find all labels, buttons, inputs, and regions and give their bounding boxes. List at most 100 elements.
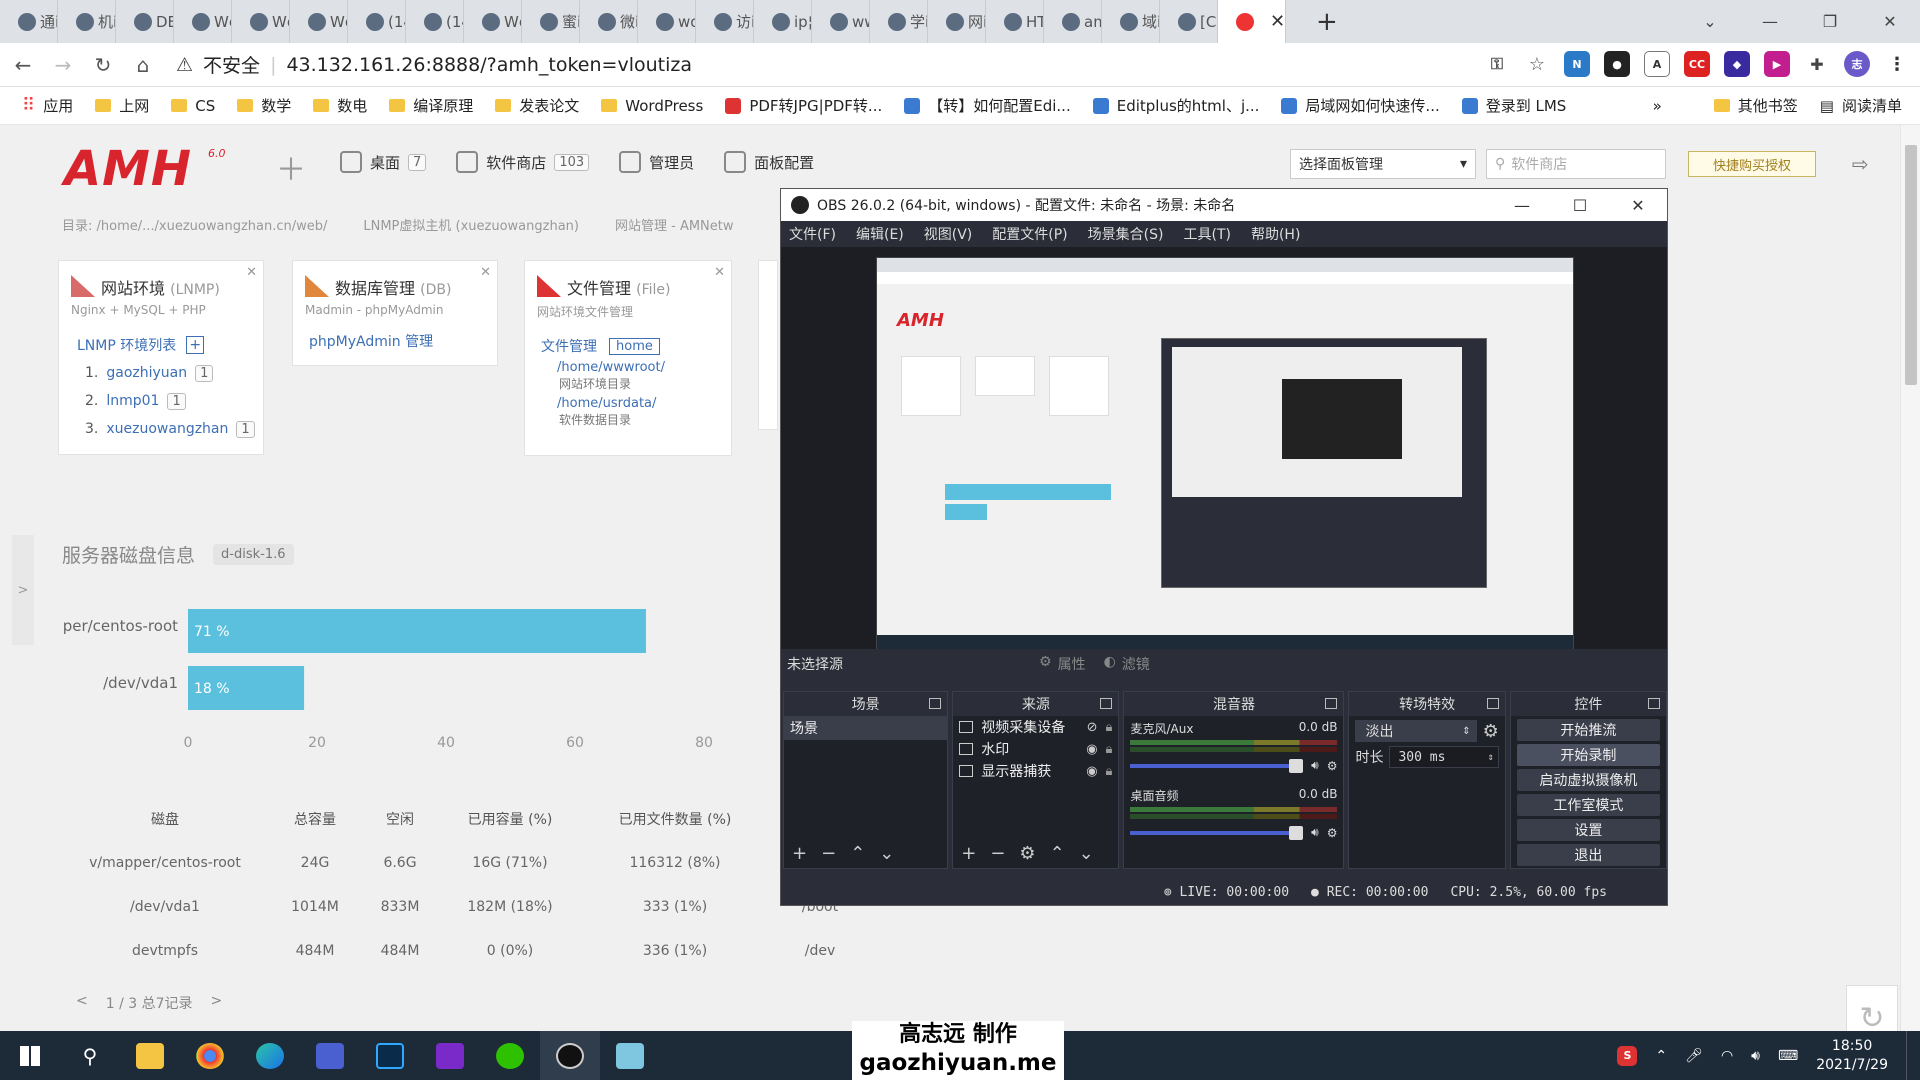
keyboard-icon[interactable]: ⌨ — [1778, 1048, 1798, 1064]
page-scrollbar[interactable] — [1900, 125, 1920, 1031]
lock-icon[interactable]: 🔒︎ — [1106, 720, 1113, 735]
translate-icon[interactable]: A — [1644, 51, 1670, 77]
popout-icon[interactable] — [1486, 698, 1499, 709]
move-down-button[interactable]: ⌄ — [1079, 843, 1094, 864]
minimize-button[interactable]: — — [1740, 12, 1800, 31]
env-name-link[interactable]: xuezuowangzhan — [106, 421, 228, 437]
close-window-button[interactable]: ✕ — [1860, 12, 1920, 31]
source-item[interactable]: 视频采集设备 ⊘ 🔒︎ — [953, 716, 1118, 738]
close-icon[interactable]: ✕ — [246, 265, 257, 280]
tab-close-icon[interactable]: ✕ — [1270, 11, 1285, 32]
remove-scene-button[interactable]: − — [821, 843, 836, 864]
browser-tab[interactable]: (14 — [406, 0, 464, 43]
env-name-link[interactable]: gaozhiyuan — [106, 365, 187, 381]
bookmark-item[interactable]: CS — [171, 95, 215, 116]
obs-menu-item[interactable]: 工具(T) — [1183, 224, 1230, 244]
visibility-eye-icon[interactable]: ◉ — [1086, 764, 1097, 779]
browser-tab[interactable]: Wc — [464, 0, 522, 43]
reload-button[interactable]: ↻ — [86, 53, 120, 77]
tab-search-icon[interactable]: ⌄ — [1680, 12, 1740, 31]
play-extension-icon[interactable]: ▶ — [1764, 51, 1790, 77]
app-note-icon[interactable] — [600, 1031, 660, 1080]
volume-slider[interactable] — [1130, 825, 1304, 840]
show-desktop-button[interactable] — [1906, 1031, 1910, 1080]
browser-tab[interactable]: Wc — [174, 0, 232, 43]
speaker-icon[interactable]: 🔊︎ — [1311, 758, 1319, 773]
control-button-4[interactable]: 设置 — [1516, 819, 1661, 841]
ghost-extension-icon[interactable]: ● — [1604, 51, 1630, 77]
obs-taskbar-icon[interactable] — [540, 1031, 600, 1080]
bookmark-item[interactable]: 局域网如何快速传... — [1281, 95, 1440, 116]
phpmyadmin-link[interactable]: phpMyAdmin 管理 — [309, 331, 497, 351]
bookmark-item[interactable]: 上网 — [95, 95, 149, 116]
puzzle-icon[interactable]: ✚ — [1804, 51, 1830, 77]
obs-menu-item[interactable]: 配置文件(P) — [992, 224, 1067, 244]
close-icon[interactable]: ✕ — [480, 265, 491, 280]
duration-input[interactable]: 300 ms ⇕ — [1389, 746, 1499, 768]
url-field[interactable]: ⚠ 不安全 | 43.132.161.26:8888/?amh_token=vl… — [176, 51, 692, 78]
control-button-2[interactable]: 启动虚拟摄像机 — [1516, 769, 1661, 791]
bookmark-item[interactable]: 【转】如何配置Edi... — [904, 95, 1071, 116]
reading-list[interactable]: ▤ 阅读清单 — [1820, 95, 1902, 116]
breadcrumb-item[interactable]: 网站管理 - AMNetw — [615, 215, 734, 234]
move-up-button[interactable]: ⌃ — [1050, 843, 1065, 864]
browser-tab[interactable]: 机i — [58, 0, 116, 43]
star-icon[interactable]: ☆ — [1524, 51, 1550, 77]
control-button-1[interactable]: 开始录制 — [1516, 744, 1661, 766]
popout-icon[interactable] — [929, 698, 942, 709]
bookmark-other[interactable]: 其他书签 — [1713, 95, 1798, 116]
lock-icon[interactable]: 🔒︎ — [1106, 742, 1113, 757]
popout-icon[interactable] — [1100, 698, 1113, 709]
lnmp-env-item[interactable]: 1. gaozhiyuan 1 — [85, 359, 263, 387]
logout-icon[interactable]: ⇨ — [1852, 152, 1869, 176]
browser-tab[interactable]: HT — [986, 0, 1044, 43]
browser-tab[interactable]: 微i — [580, 0, 638, 43]
obs-menu-item[interactable]: 编辑(E) — [856, 224, 904, 244]
obs-menu-item[interactable]: 文件(F) — [789, 224, 836, 244]
browser-tab[interactable]: (14 — [348, 0, 406, 43]
maximize-button[interactable]: ❐ — [1800, 12, 1860, 31]
photoshop-icon[interactable] — [360, 1031, 420, 1080]
obs-preview-canvas[interactable]: AMH — [876, 257, 1574, 650]
nav-item[interactable]: 软件商店 103 — [456, 151, 590, 173]
popout-icon[interactable] — [1325, 698, 1338, 709]
browser-tab[interactable]: ✕ — [1218, 0, 1286, 43]
nav-item[interactable]: 桌面 7 — [340, 151, 427, 173]
visibility-eye-icon[interactable]: ⊘ — [1087, 720, 1098, 735]
bookmarks-more-icon[interactable]: » — [1653, 97, 1662, 115]
tray-overflow-icon[interactable]: ⌃ — [1655, 1048, 1667, 1064]
mixer-settings-icon[interactable]: ⚙ — [1327, 826, 1338, 840]
key-icon[interactable]: ⚿ — [1484, 51, 1510, 77]
new-extension-icon[interactable]: N — [1564, 51, 1590, 77]
new-tab-button[interactable]: + — [1316, 7, 1338, 37]
bookmark-item[interactable]: 数学 — [237, 95, 291, 116]
control-button-5[interactable]: 退出 — [1516, 844, 1661, 866]
app-d-icon[interactable] — [300, 1031, 360, 1080]
url-text[interactable]: 43.132.161.26:8888/?amh_token=vloutiza — [286, 54, 692, 76]
env-name-link[interactable]: lnmp01 — [106, 393, 159, 409]
source-settings-icon[interactable]: ⚙ — [1019, 843, 1035, 864]
cc-extension-icon[interactable]: CC — [1684, 51, 1710, 77]
browser-tab[interactable]: wo — [638, 0, 696, 43]
obs-menu-item[interactable]: 场景集合(S) — [1088, 224, 1164, 244]
bookmark-item[interactable]: ⠿ 应用 — [22, 95, 73, 116]
store-search-input[interactable]: ⚲ 软件商店 — [1486, 149, 1666, 179]
popout-icon[interactable] — [1648, 698, 1661, 709]
back-button[interactable]: ← — [6, 53, 40, 77]
lnmp-env-item[interactable]: 3. xuezuowangzhan 1 — [85, 415, 263, 443]
file-manager-link[interactable]: 文件管理 — [541, 336, 597, 356]
bookmark-item[interactable]: 编译原理 — [389, 95, 473, 116]
add-scene-button[interactable]: + — [792, 843, 807, 864]
file-explorer-icon[interactable] — [120, 1031, 180, 1080]
tray-app-icon[interactable]: S — [1617, 1045, 1638, 1066]
wifi-icon[interactable]: ◠ — [1721, 1048, 1733, 1064]
panel-select[interactable]: 选择面板管理 ▾ — [1290, 149, 1476, 179]
browser-tab[interactable]: 通i — [0, 0, 58, 43]
browser-tab[interactable]: 访i — [696, 0, 754, 43]
nav-item[interactable]: 面板配置 — [724, 151, 814, 173]
speaker-icon[interactable]: 🔊︎ — [1311, 825, 1319, 840]
avatar[interactable]: 志 — [1844, 51, 1870, 77]
pager-next[interactable]: > — [211, 993, 223, 1013]
transition-select[interactable]: 淡出 ⇕ — [1355, 720, 1477, 742]
browser-tab[interactable]: ww — [812, 0, 870, 43]
